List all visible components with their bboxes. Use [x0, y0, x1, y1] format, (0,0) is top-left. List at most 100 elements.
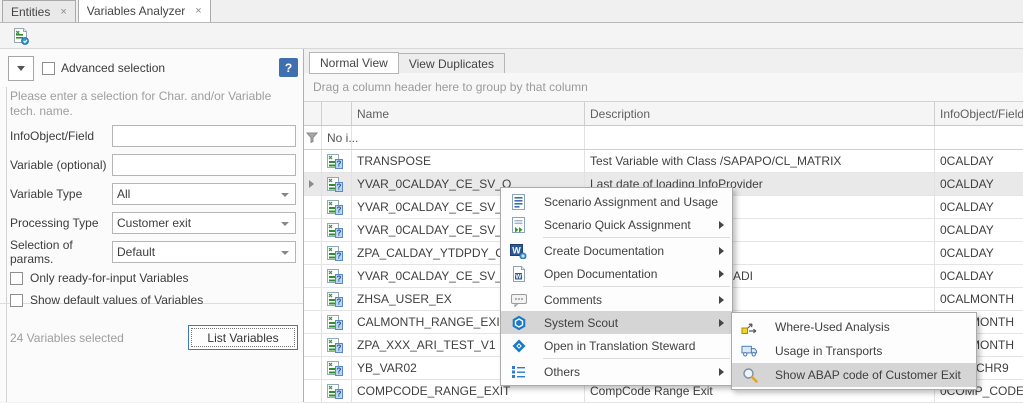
where-used-icon — [741, 319, 758, 336]
ready-for-input-row: Only ready-for-input Variables — [10, 271, 189, 285]
menu-item-create-documentation[interactable]: W Create Documentation — [501, 239, 732, 262]
cell-infoobject: 0CALDAY — [935, 219, 1023, 241]
processing-type-select[interactable]: Customer exit — [112, 212, 296, 234]
filter-cell-name[interactable] — [352, 126, 585, 149]
tab-normal-view[interactable]: Normal View — [309, 52, 399, 74]
menu-item-label: Open Documentation — [544, 267, 657, 281]
variable-sheet-question-icon — [322, 380, 352, 402]
row-indicator — [304, 242, 322, 264]
row-indicator — [304, 265, 322, 287]
selection-of-params-label: Selection of params. — [10, 238, 112, 266]
cell-infoobject: 0CALDAY — [935, 150, 1023, 172]
tab-view-duplicates-label: View Duplicates — [409, 57, 494, 71]
close-icon[interactable]: × — [195, 5, 201, 17]
row-indicator — [304, 288, 322, 310]
menu-item-label: Others — [544, 365, 580, 379]
advanced-selection-checkbox[interactable] — [42, 62, 55, 75]
chevron-down-icon — [281, 222, 289, 226]
close-icon[interactable]: × — [60, 6, 66, 18]
tab-entities-label: Entities — [11, 5, 50, 19]
submenu-item-label: Usage in Transports — [775, 344, 882, 358]
cell-name: TRANSPOSE — [352, 150, 585, 172]
variable-sheet-question-icon — [322, 265, 352, 287]
submenu-arrow-icon — [719, 270, 724, 278]
menu-separator — [543, 286, 730, 287]
transports-truck-icon — [741, 343, 758, 360]
variable-optional-label: Variable (optional) — [10, 158, 112, 172]
group-by-panel[interactable]: Drag a column header here to group by th… — [304, 73, 1023, 102]
list-variables-button[interactable]: List Variables — [188, 325, 298, 350]
comments-icon — [510, 291, 527, 308]
filter-cell-infoobject[interactable] — [935, 126, 1023, 149]
tab-entities[interactable]: Entities × — [2, 0, 76, 22]
variable-sheet-question-icon — [322, 173, 352, 195]
variable-optional-input[interactable] — [112, 154, 296, 176]
selection-mode-dropdown-button[interactable] — [8, 56, 34, 81]
filter-funnel-icon[interactable] — [304, 126, 322, 149]
submenu-item-label: Show ABAP code of Customer Exit — [775, 368, 961, 382]
header-infoobject[interactable]: InfoObject/Field — [935, 102, 1023, 125]
processing-type-value: Customer exit — [117, 216, 191, 230]
submenu-item-show-abap-code[interactable]: Show ABAP code of Customer Exit — [732, 363, 976, 387]
grid-header-row: Name Description InfoObject/Field — [304, 102, 1023, 126]
menu-item-label: Open in Translation Steward — [544, 339, 695, 353]
menu-item-comments[interactable]: Comments — [501, 288, 732, 311]
filter-cell-text[interactable]: No i... — [322, 126, 352, 149]
row-indicator — [304, 334, 322, 356]
translation-steward-icon — [510, 337, 527, 354]
submenu-arrow-icon — [719, 247, 724, 255]
row-indicator — [304, 196, 322, 218]
header-name[interactable]: Name — [352, 102, 585, 125]
table-row[interactable]: TRANSPOSE Test Variable with Class /SAPA… — [304, 150, 1023, 173]
variable-sheet-question-icon — [322, 334, 352, 356]
field-row-variable: Variable (optional) — [10, 154, 298, 176]
tab-variables-analyzer[interactable]: Variables Analyzer × — [78, 0, 211, 22]
show-defaults-checkbox[interactable] — [10, 294, 23, 307]
header-description[interactable]: Description — [585, 102, 935, 125]
menu-item-label: Comments — [544, 293, 602, 307]
view-tab-strip: Normal View View Duplicates — [309, 52, 505, 74]
menu-item-scenario-quick-assignment[interactable]: Scenario Quick Assignment — [501, 213, 732, 236]
cell-infoobject: 0CALDAY — [935, 173, 1023, 195]
menu-item-open-translation-steward[interactable]: Open in Translation Steward — [501, 334, 732, 357]
menu-separator — [543, 237, 730, 238]
ready-for-input-checkbox[interactable] — [10, 272, 23, 285]
window-tab-bar: Entities × Variables Analyzer × — [0, 0, 1023, 23]
help-button[interactable]: ? — [279, 58, 298, 77]
submenu-arrow-icon — [719, 221, 724, 229]
menu-item-label: Scenario Quick Assignment — [544, 218, 691, 232]
selection-of-params-select[interactable]: Default — [112, 241, 296, 263]
cell-infoobject: 0CALDAY — [935, 196, 1023, 218]
menu-item-system-scout[interactable]: System Scout — [501, 311, 732, 334]
header-icon-column[interactable] — [322, 102, 352, 125]
cell-description: Test Variable with Class /SAPAPO/CL_MATR… — [585, 150, 935, 172]
row-indicator — [304, 380, 322, 402]
header-indicator — [304, 102, 322, 125]
submenu-item-usage-in-transports[interactable]: Usage in Transports — [732, 339, 976, 363]
field-row-variable-type: Variable Type All — [10, 183, 298, 205]
menu-item-label: System Scout — [544, 316, 618, 330]
chevron-down-icon — [17, 66, 25, 71]
panel-border-line — [6, 87, 7, 402]
menu-item-open-documentation[interactable]: W Open Documentation — [501, 262, 732, 285]
group-by-hint: Drag a column header here to group by th… — [313, 80, 588, 94]
export-to-excel-icon[interactable] — [10, 26, 32, 46]
infoobject-field-input[interactable] — [112, 125, 296, 147]
menu-item-scenario-assignment[interactable]: Scenario Assignment and Usage — [501, 190, 732, 213]
variable-sheet-question-icon — [322, 357, 352, 379]
magnifier-icon — [741, 367, 758, 384]
svg-text:W: W — [512, 245, 521, 255]
scenario-assignment-icon — [510, 193, 527, 210]
selection-instruction: Please enter a selection for Char. and/o… — [10, 89, 294, 119]
variable-sheet-question-icon — [322, 242, 352, 264]
variables-selected-status: 24 Variables selected — [10, 331, 124, 345]
create-documentation-icon: W — [510, 242, 527, 259]
menu-item-others[interactable]: Others — [501, 360, 732, 383]
grid-filter-row: No i... — [304, 126, 1023, 150]
submenu-item-where-used[interactable]: Where-Used Analysis — [732, 315, 976, 339]
open-documentation-icon: W — [510, 265, 527, 282]
filter-cell-description[interactable] — [585, 126, 935, 149]
variable-type-select[interactable]: All — [112, 183, 296, 205]
variables-analyzer-window: { "window": { "tabs": [ {"label": "Entit… — [0, 0, 1023, 402]
tab-view-duplicates[interactable]: View Duplicates — [398, 53, 505, 74]
